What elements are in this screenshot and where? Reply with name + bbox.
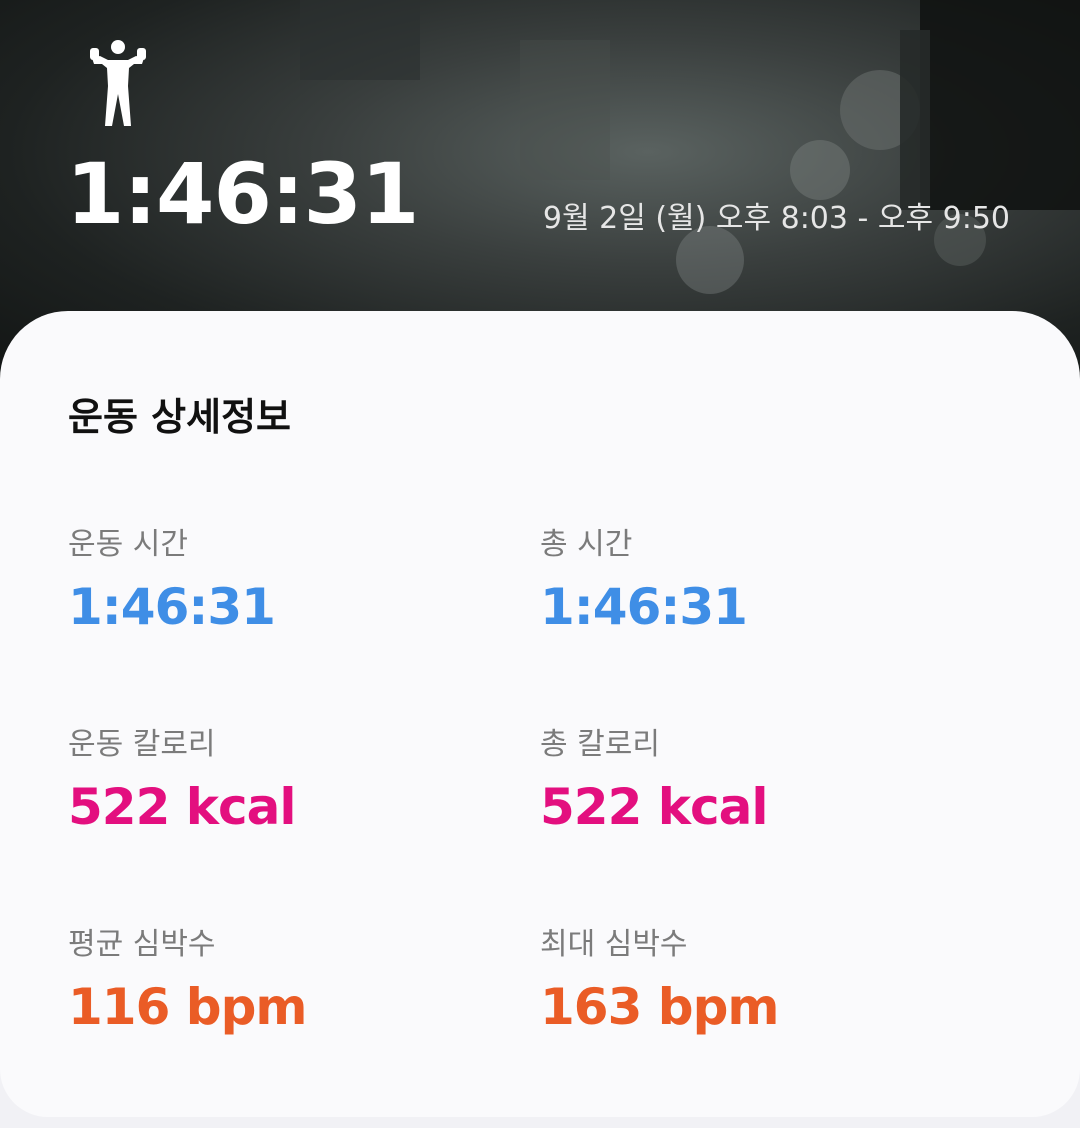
stat-exercise-calories: 운동 칼로리 522 kcal — [68, 727, 297, 836]
stat-total-time: 총 시간 1:46:31 — [540, 527, 748, 636]
workout-duration: 1:46:31 — [66, 145, 419, 243]
stat-value: 116 bpm — [68, 978, 307, 1036]
stat-value: 1:46:31 — [540, 578, 748, 636]
workout-time-range: 9월 2일 (월) 오후 8:03 - 오후 9:50 — [542, 201, 1010, 236]
stat-max-heart-rate: 최대 심박수 163 bpm — [540, 927, 779, 1036]
stat-value: 522 kcal — [68, 778, 297, 836]
stat-exercise-time: 운동 시간 1:46:31 — [68, 527, 276, 636]
stat-label: 운동 칼로리 — [68, 727, 216, 762]
stat-average-heart-rate: 평균 심박수 116 bpm — [68, 927, 307, 1036]
stat-label: 평균 심박수 — [68, 927, 216, 962]
stat-value: 163 bpm — [540, 978, 779, 1036]
stat-label: 최대 심박수 — [540, 927, 688, 962]
stat-value: 522 kcal — [540, 778, 769, 836]
section-title: 운동 상세정보 — [68, 395, 291, 439]
stat-total-calories: 총 칼로리 522 kcal — [540, 727, 769, 836]
person-strength-icon — [90, 40, 146, 126]
stat-value: 1:46:31 — [68, 578, 276, 636]
stat-label: 총 칼로리 — [540, 727, 660, 762]
stat-label: 총 시간 — [540, 527, 633, 562]
stat-label: 운동 시간 — [68, 527, 188, 562]
